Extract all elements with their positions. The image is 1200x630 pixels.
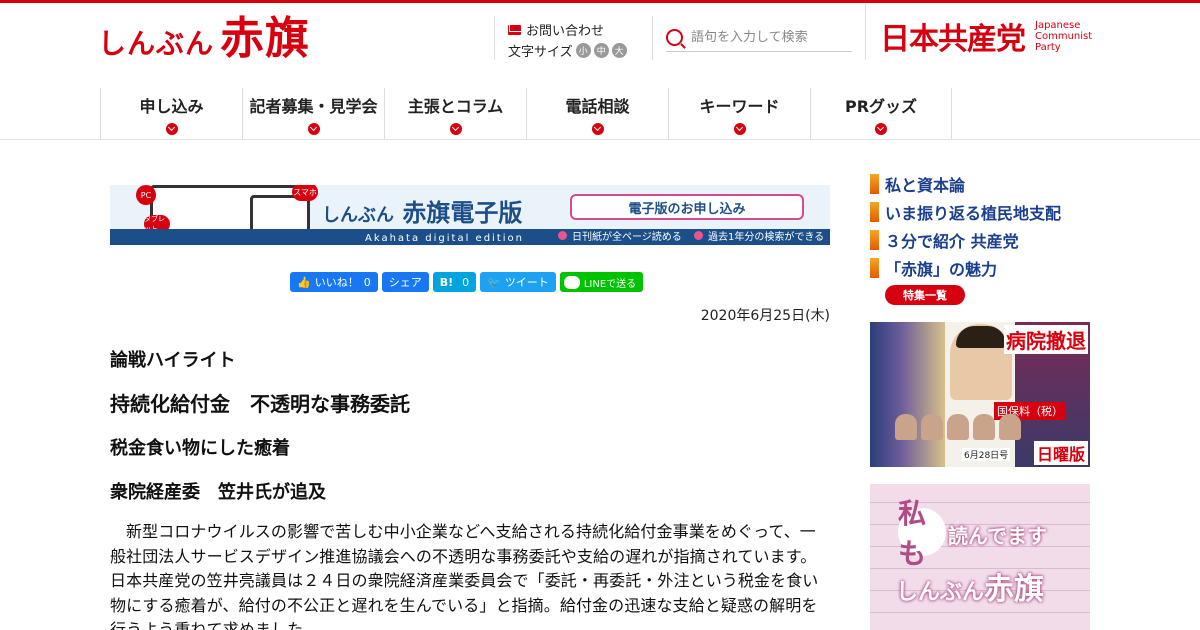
ad-watashi: 私も (898, 497, 946, 570)
bullet-icon (694, 231, 703, 240)
search-icon[interactable] (666, 29, 683, 46)
contact-label: お問い合わせ (526, 24, 605, 39)
nav-label: 電話相談 (565, 97, 630, 116)
twitter-bird-icon: 🐦 (487, 275, 501, 289)
sidebar-link-capital[interactable]: 私と資本論 (870, 170, 1061, 198)
search-input[interactable] (691, 30, 841, 45)
banner-feature: 過去1年分の検索ができる (694, 228, 824, 243)
nav-item-goods[interactable]: PRグッズ (810, 88, 952, 139)
share-buttons: 👍 いいね！ 0 シェア B! 0 🐦 ツイート LINEで送る (290, 272, 644, 292)
sidebar-link-akahata-appeal[interactable]: 「赤旗」の魅力 (870, 254, 1061, 282)
ad-line2: しんぶん赤旗 (896, 572, 1045, 607)
article-kicker: 論戦ハイライト (110, 350, 236, 371)
chevron-down-icon (733, 123, 746, 135)
sidebar-link-party-intro[interactable]: ３分で紹介 共産党 (870, 226, 1061, 254)
article-title: 持続化給付金 不透明な事務委託 (110, 392, 410, 416)
nav-item-keyword[interactable]: キーワード (668, 88, 810, 139)
header-divider (494, 16, 495, 60)
thumbs-up-icon: 👍 (297, 275, 311, 289)
bullet-bar (870, 258, 879, 278)
ad-collage (870, 322, 945, 467)
digital-edition-banner[interactable]: PC タブレット スマホ しんぶん 赤旗電子版 Akahata digital … (110, 185, 830, 245)
nav-label: キーワード (699, 97, 780, 116)
header-divider (652, 16, 653, 60)
sidebar-link-colonial[interactable]: いま振り返る植民地支配 (870, 198, 1061, 226)
line-icon (563, 275, 580, 289)
facebook-like-button[interactable]: 👍 いいね！ 0 (290, 272, 378, 292)
chevron-down-icon (449, 123, 462, 135)
chevron-down-icon (875, 123, 887, 135)
nav-label: 申し込み (139, 97, 204, 116)
chevron-down-icon (165, 123, 178, 135)
nav-label: 記者募集・見学会 (249, 97, 378, 116)
nav-item-phone[interactable]: 電話相談 (526, 88, 668, 139)
nav-item-recruit[interactable]: 記者募集・見学会 (242, 88, 384, 139)
logo-kana: しんぶん (98, 27, 215, 60)
nav-item-opinion[interactable]: 主張とコラム (384, 88, 526, 139)
contact-link[interactable]: お問い合わせ (508, 20, 604, 39)
reader-ad[interactable]: 私も 読んでます しんぶん赤旗 (870, 484, 1090, 630)
chevron-down-icon (307, 123, 320, 135)
nav-item-apply[interactable]: 申し込み (100, 88, 242, 139)
article-body: 新型コロナウイルスの影響で苦しむ中小企業などへ支給される持続化給付金事業をめぐっ… (110, 522, 819, 630)
facebook-share-button[interactable]: シェア (381, 272, 429, 292)
font-size-large-button[interactable]: 大 (611, 43, 627, 58)
article-subtitle: 税金食い物にした癒着 (110, 438, 290, 459)
bullet-bar (870, 230, 879, 250)
nav-label: PRグッズ (844, 97, 918, 116)
party-name: 日本共産党 (880, 22, 1026, 57)
sunday-edition-ad[interactable]: 病院撤退 国保料（税） 6月28日号 日曜版 (870, 322, 1090, 467)
mail-icon (508, 24, 521, 35)
banner-subtitle: Akahata digital edition (365, 233, 524, 244)
chevron-down-icon (591, 123, 604, 135)
font-size-control: 文字サイズ 小 中 大 (508, 41, 627, 60)
font-size-label: 文字サイズ (508, 45, 573, 60)
banner-title: しんぶん 赤旗電子版 (322, 199, 523, 227)
hatena-icon: B! (439, 275, 454, 289)
search-box (666, 24, 852, 52)
site-logo[interactable]: しんぶん 赤旗 (98, 12, 310, 64)
ad-headline: 病院撤退 (1004, 325, 1088, 354)
nav-divider (0, 139, 1200, 140)
font-size-medium-button[interactable]: 中 (593, 43, 609, 58)
main-nav: 申し込み 記者募集・見学会 主張とコラム 電話相談 キーワード PRグッズ (100, 88, 952, 139)
font-size-small-button[interactable]: 小 (575, 43, 591, 58)
ad-edition: 日曜版 (1033, 441, 1088, 465)
top-accent-line (0, 0, 1200, 3)
phone-bubble: スマホ (292, 185, 318, 201)
party-en: Japanese Communist Party (1035, 19, 1093, 53)
digital-apply-button[interactable]: 電子版のお申し込み (570, 194, 804, 220)
bullet-bar (870, 174, 879, 194)
bullet-icon (558, 231, 567, 240)
nav-label: 主張とコラム (407, 97, 504, 116)
ad-line1: 読んでます (948, 524, 1047, 548)
sidebar-feature-links: 私と資本論 いま振り返る植民地支配 ３分で紹介 共産党 「赤旗」の魅力 (870, 170, 1061, 282)
ad-portrait (950, 324, 1012, 400)
bullet-bar (870, 202, 879, 222)
ad-date: 6月28日号 (962, 448, 1011, 461)
article-date: 2020年6月25日(木) (700, 308, 830, 324)
ad-photos (895, 414, 1021, 440)
jcp-logo[interactable]: 日本共産党 Japanese Communist Party (880, 14, 1092, 58)
article-subtitle-2: 衆院経産委 笠井氏が追及 (110, 482, 326, 503)
logo-kanji: 赤旗 (220, 13, 311, 64)
hatena-bookmark-button[interactable]: B! 0 (432, 272, 477, 292)
banner-feature: 日刊紙が全ページ読める (558, 228, 682, 243)
line-share-button[interactable]: LINEで送る (559, 272, 644, 292)
feature-list-button[interactable]: 特集一覧 (885, 285, 965, 305)
pc-bubble: PC (136, 185, 156, 205)
header-divider (865, 4, 866, 60)
tweet-button[interactable]: 🐦 ツイート (480, 272, 556, 292)
